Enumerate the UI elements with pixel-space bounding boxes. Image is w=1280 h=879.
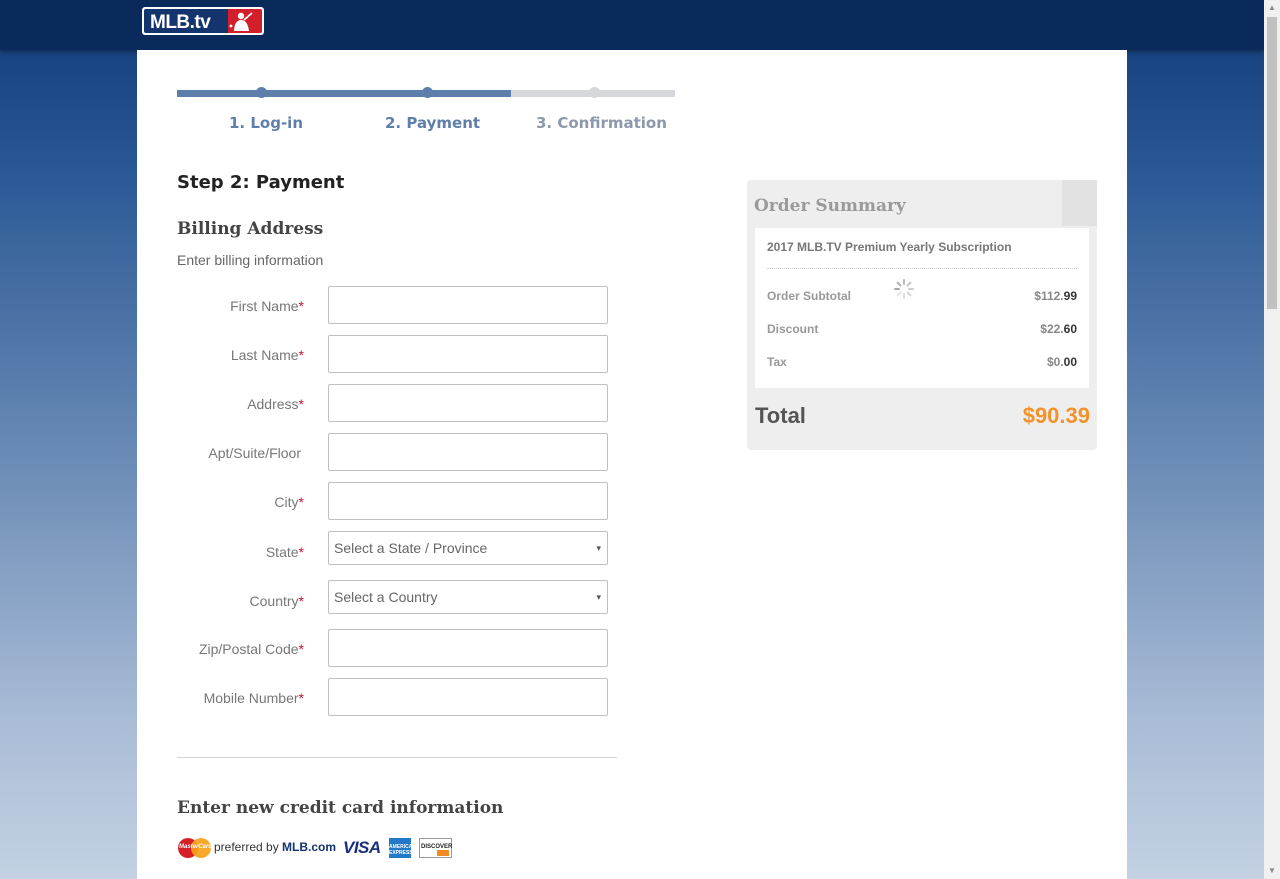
loading-spinner-icon xyxy=(894,279,914,299)
summary-tab xyxy=(1062,180,1097,226)
chevron-down-icon: ▾ xyxy=(596,543,601,553)
progress-fill xyxy=(177,90,511,97)
tax-label: Tax xyxy=(767,355,787,369)
apt-row: Apt/Suite/Floor xyxy=(137,433,637,473)
last-name-label: Last Name* xyxy=(230,347,304,363)
zip-row: Zip/Postal Code* xyxy=(137,629,637,669)
logo-blue-panel: MLB.tv xyxy=(144,9,228,33)
last-name-input[interactable] xyxy=(328,335,608,373)
amex-icon: AMERICAN EXPRESS xyxy=(389,838,416,858)
amex-text: AMERICAN EXPRESS xyxy=(389,844,416,856)
state-label: State* xyxy=(265,544,304,560)
country-label: Country* xyxy=(249,593,304,609)
city-row: City* xyxy=(137,482,637,522)
discover-icon: DISCOVER xyxy=(419,838,452,858)
last-name-row: Last Name* xyxy=(137,335,637,375)
address-input[interactable] xyxy=(328,384,608,422)
mobile-label: Mobile Number* xyxy=(203,690,304,706)
mastercard-icon: MasterCard xyxy=(178,838,212,858)
country-row: Country* Select a Country ▾ xyxy=(137,580,637,620)
total-label: Total xyxy=(755,403,806,428)
chevron-down-icon: ▾ xyxy=(596,592,601,602)
discount-value: $22.60 xyxy=(1040,322,1077,336)
preferred-by-text: preferred by MLB.com xyxy=(214,840,337,854)
zip-input[interactable] xyxy=(328,629,608,667)
subscription-item-name: 2017 MLB.TV Premium Yearly Subscription xyxy=(767,240,1012,254)
scroll-down-arrow-icon[interactable]: ▼ xyxy=(1264,863,1280,879)
discount-label: Discount xyxy=(767,322,819,336)
subtotal-label: Order Subtotal xyxy=(767,289,852,303)
country-select-value: Select a Country xyxy=(334,589,438,605)
item-separator xyxy=(767,268,1077,269)
mobile-row: Mobile Number* xyxy=(137,678,637,718)
total-value: $90.39 xyxy=(1022,403,1090,428)
scroll-up-arrow-icon[interactable]: ▲ xyxy=(1264,0,1280,16)
first-name-input[interactable] xyxy=(328,286,608,324)
first-name-label: First Name* xyxy=(230,298,304,314)
mlb-tv-logo[interactable]: MLB.tv xyxy=(142,7,264,35)
mobile-number-input[interactable] xyxy=(328,678,608,716)
visa-icon: VISA xyxy=(343,838,381,857)
step-dot-login xyxy=(256,87,267,98)
order-summary-details: 2017 MLB.TV Premium Yearly Subscription … xyxy=(755,228,1089,388)
batter-silhouette-icon xyxy=(229,12,253,31)
page-scrollbar[interactable]: ▲ ▼ xyxy=(1264,0,1280,879)
credit-card-heading: Enter new credit card information xyxy=(177,798,504,818)
order-summary-title: Order Summary xyxy=(754,196,906,216)
step-label-login: 1. Log-in xyxy=(229,114,304,132)
mastercard-text: MasterCard xyxy=(179,844,213,850)
first-name-row: First Name* xyxy=(137,286,637,326)
section-divider xyxy=(177,757,617,758)
city-input[interactable] xyxy=(328,482,608,520)
country-select[interactable]: Select a Country ▾ xyxy=(328,580,608,614)
logo-text: MLB.tv xyxy=(150,12,211,33)
checkout-panel: 1. Log-in 2. Payment 3. Confirmation Ste… xyxy=(137,50,1127,879)
scrollbar-thumb[interactable] xyxy=(1267,17,1277,309)
billing-address-heading: Billing Address xyxy=(177,219,324,239)
accepted-cards: MasterCard preferred by MLB.com VISA AME… xyxy=(178,836,468,860)
top-navigation-bar: MLB.tv xyxy=(0,0,1264,50)
apt-label: Apt/Suite/Floor xyxy=(208,445,301,461)
state-select-value: Select a State / Province xyxy=(334,540,488,556)
state-row: State* Select a State / Province ▾ xyxy=(137,531,637,571)
billing-subtitle: Enter billing information xyxy=(177,252,324,268)
apt-input[interactable] xyxy=(328,433,608,471)
tax-value: $0.00 xyxy=(1046,355,1077,369)
address-row: Address* xyxy=(137,384,637,424)
step-label-payment: 2. Payment xyxy=(385,114,481,132)
step-dot-payment xyxy=(422,87,433,98)
city-label: City* xyxy=(274,494,304,510)
state-select[interactable]: Select a State / Province ▾ xyxy=(328,531,608,565)
subtotal-value: $112.99 xyxy=(1034,289,1077,303)
page-title: Step 2: Payment xyxy=(177,172,345,193)
step-dot-confirmation xyxy=(589,87,600,98)
address-label: Address* xyxy=(247,396,304,412)
order-summary: Order Summary 2017 MLB.TV Premium Yearly… xyxy=(747,180,1097,450)
step-label-confirmation: 3. Confirmation xyxy=(536,114,667,132)
zip-label: Zip/Postal Code* xyxy=(198,641,304,657)
